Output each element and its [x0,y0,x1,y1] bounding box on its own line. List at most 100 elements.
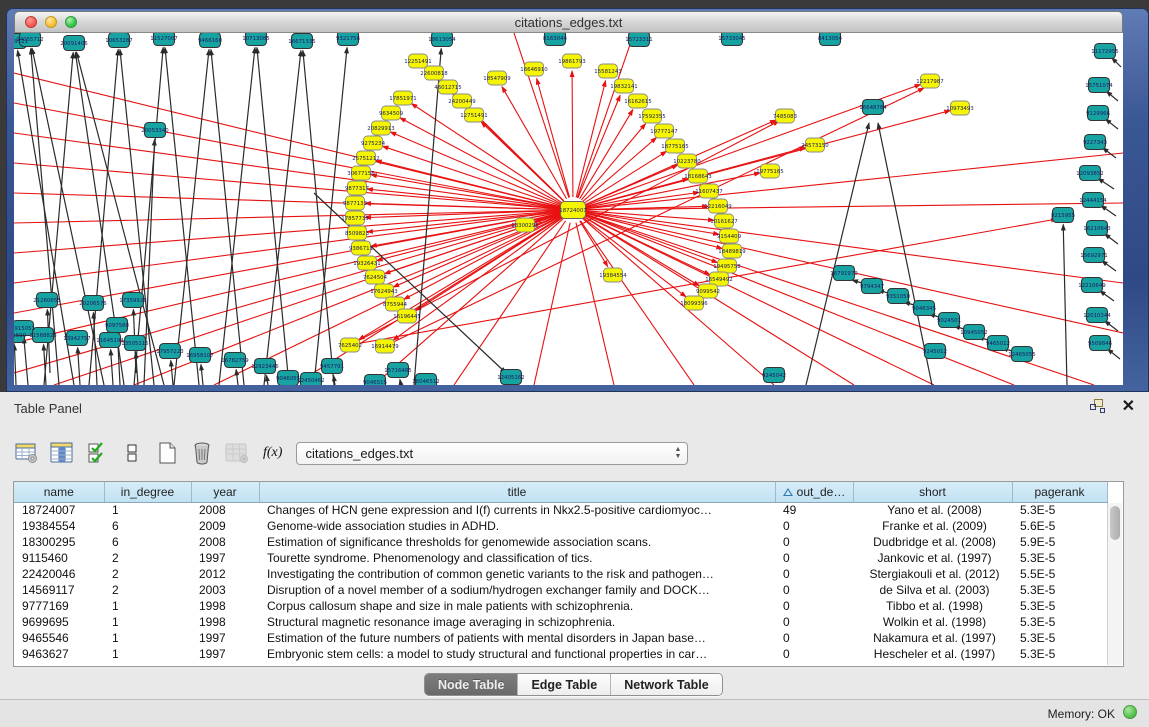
table-cell[interactable]: Estimation of the future numbers of pati… [259,630,775,646]
table-cell[interactable]: 1 [104,630,191,646]
table-settings-icon[interactable] [14,441,40,465]
table-cell[interactable]: 1 [104,614,191,630]
table-row[interactable]: 2242004622012Investigating the contribut… [14,566,1107,582]
table-cell[interactable]: 0 [775,614,853,630]
table-row[interactable]: 1456911722003Disruption of a novel membe… [14,582,1107,598]
table-cell[interactable]: 1 [104,646,191,662]
table-cell[interactable]: 18724007 [14,502,104,518]
table-cell[interactable]: 5.3E-5 [1012,550,1107,566]
table-cell[interactable]: Changes of HCN gene expression and I(f) … [259,502,775,518]
table-cell[interactable]: 5.3E-5 [1012,582,1107,598]
select-columns-icon[interactable] [84,441,110,465]
table-cell[interactable]: Tourette syndrome. Phenomenology and cla… [259,550,775,566]
table-cell[interactable]: 0 [775,582,853,598]
table-cell[interactable]: 0 [775,646,853,662]
float-panel-icon[interactable] [1090,399,1106,414]
table-source-dropdown[interactable]: citations_edges.txt ▲▼ [296,442,688,465]
table-cell[interactable]: 0 [775,630,853,646]
table-row[interactable]: 1938455462009Genome-wide association stu… [14,518,1107,534]
table-cell[interactable]: Nakamura et al. (1997) [853,630,1012,646]
network-canvas[interactable]: 9449121140557122009140610653287115270079… [14,33,1123,385]
table-cell[interactable]: Yano et al. (2008) [853,502,1012,518]
column-header-year[interactable]: year [191,482,259,502]
table-cell[interactable]: 5.3E-5 [1012,502,1107,518]
table-header-row[interactable]: name in_degree year title out_de… short … [14,482,1107,502]
table-cell[interactable]: 9463627 [14,646,104,662]
table-cell[interactable]: 6 [104,534,191,550]
table-cell[interactable]: Genome-wide association studies in ADHD. [259,518,775,534]
table-cell[interactable]: 5.3E-5 [1012,646,1107,662]
table-row[interactable]: 969969511998Structural magnetic resonanc… [14,614,1107,630]
table-cell[interactable]: 1997 [191,646,259,662]
tab-node-table[interactable]: Node Table [425,674,518,695]
table-cell[interactable]: 0 [775,518,853,534]
table-cell[interactable]: 18300295 [14,534,104,550]
table-row[interactable]: 946362711997Embryonic stem cells: a mode… [14,646,1107,662]
table-cell[interactable]: Dudbridge et al. (2008) [853,534,1012,550]
table-cell[interactable]: Disruption of a novel member of a sodium… [259,582,775,598]
table-row[interactable]: 946554611997Estimation of the future num… [14,630,1107,646]
table-cell[interactable]: Corpus callosum shape and size in male p… [259,598,775,614]
table-cell[interactable]: 9699695 [14,614,104,630]
function-builder-icon[interactable]: f(x) [263,445,282,461]
tab-network-table[interactable]: Network Table [611,674,722,695]
table-cell[interactable]: 2008 [191,502,259,518]
table-cell[interactable]: 0 [775,534,853,550]
table-cell[interactable]: 1 [104,598,191,614]
table-cell[interactable]: 9777169 [14,598,104,614]
column-header-out-degree[interactable]: out_de… [775,482,853,502]
table-cell[interactable]: 0 [775,598,853,614]
table-cell[interactable]: 5.3E-5 [1012,598,1107,614]
table-cell[interactable]: de Silva et al. (2003) [853,582,1012,598]
row-height-icon[interactable] [119,441,145,465]
table-cell[interactable]: 5.9E-5 [1012,534,1107,550]
table-cell[interactable]: 5.5E-5 [1012,566,1107,582]
table-cell[interactable]: Investigating the contribution of common… [259,566,775,582]
column-visibility-icon[interactable] [49,441,75,465]
table-cell[interactable]: 1997 [191,630,259,646]
table-cell[interactable]: 2 [104,550,191,566]
table-cell[interactable]: 1997 [191,550,259,566]
table-cell[interactable]: Estimation of significance thresholds fo… [259,534,775,550]
node-table[interactable]: name in_degree year title out_de… short … [13,481,1124,667]
table-cell[interactable]: 9115460 [14,550,104,566]
table-cell[interactable]: 22420046 [14,566,104,582]
table-cell[interactable]: 5.6E-5 [1012,518,1107,534]
table-cell[interactable]: 9465546 [14,630,104,646]
table-cell[interactable]: Structural magnetic resonance image aver… [259,614,775,630]
table-scrollbar[interactable] [1107,503,1122,665]
table-cell[interactable]: 6 [104,518,191,534]
table-cell[interactable]: Hescheler et al. (1997) [853,646,1012,662]
table-cell[interactable]: 1 [104,502,191,518]
table-cell[interactable]: 14569117 [14,582,104,598]
window-titlebar[interactable]: citations_edges.txt [14,11,1123,33]
column-header-pagerank[interactable]: pagerank [1012,482,1107,502]
table-cell[interactable]: 0 [775,566,853,582]
column-header-short[interactable]: short [853,482,1012,502]
table-cell[interactable]: Embryonic stem cells: a model to study s… [259,646,775,662]
table-row[interactable]: 911546021997Tourette syndrome. Phenomeno… [14,550,1107,566]
table-cell[interactable]: 49 [775,502,853,518]
column-header-title[interactable]: title [259,482,775,502]
table-cell[interactable]: 2003 [191,582,259,598]
table-cell[interactable]: Tibbo et al. (1998) [853,598,1012,614]
table-cell[interactable]: 2009 [191,518,259,534]
table-cell[interactable]: 2 [104,582,191,598]
table-cell[interactable]: Stergiakouli et al. (2012) [853,566,1012,582]
scrollbar-thumb[interactable] [1110,506,1120,540]
delete-column-icon[interactable] [189,441,215,465]
network-view-window[interactable]: citations_edges.txt 94491211405571220091… [6,8,1149,392]
table-row[interactable]: 1830029562008Estimation of significance … [14,534,1107,550]
column-header-name[interactable]: name [14,482,104,502]
table-cell[interactable]: 5.3E-5 [1012,630,1107,646]
table-row[interactable]: 977716911998Corpus callosum shape and si… [14,598,1107,614]
close-panel-icon[interactable]: ✕ [1122,399,1135,414]
table-cell[interactable]: 19384554 [14,518,104,534]
table-cell[interactable]: 0 [775,550,853,566]
new-column-icon[interactable] [154,441,180,465]
table-cell[interactable]: Wolkin et al. (1998) [853,614,1012,630]
table-cell[interactable]: 2012 [191,566,259,582]
table-cell[interactable]: 1998 [191,598,259,614]
table-cell[interactable]: Jankovic et al. (1997) [853,550,1012,566]
column-header-in-degree[interactable]: in_degree [104,482,191,502]
